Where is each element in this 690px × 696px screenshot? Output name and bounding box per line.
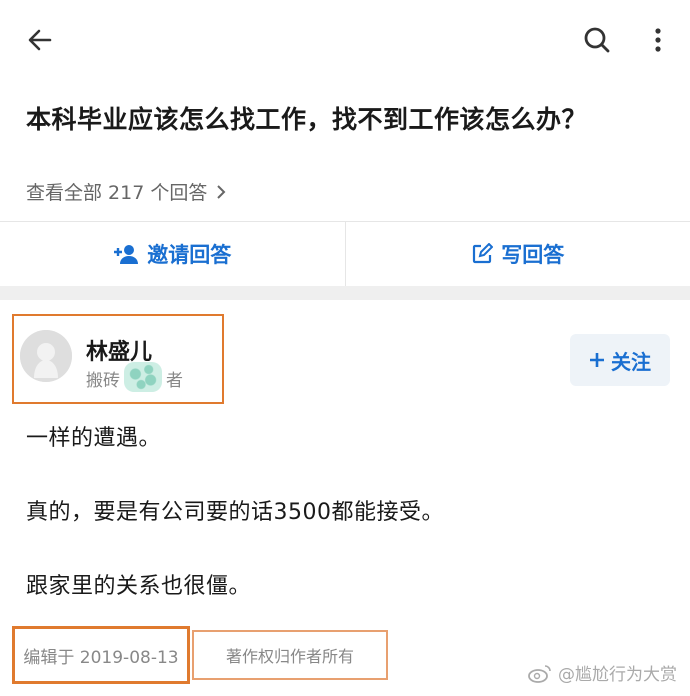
- answer-paragraph: 真的，要是有公司要的话3500都能接受。: [26, 500, 444, 525]
- follow-label: 关注: [611, 349, 651, 374]
- answer-paragraph: 一样的遭遇。: [26, 426, 162, 451]
- back-arrow-icon[interactable]: [20, 20, 60, 60]
- edit-icon: [473, 243, 494, 264]
- top-bar: [0, 0, 690, 80]
- chevron-right-icon: [217, 184, 226, 199]
- view-all-answers-label: 查看全部 217 个回答: [26, 182, 208, 204]
- section-divider: [0, 286, 690, 300]
- copyright-notice: 著作权归作者所有: [192, 630, 388, 680]
- avatar[interactable]: [20, 330, 72, 382]
- author-headline-end: 者: [166, 371, 183, 391]
- more-vertical-icon[interactable]: [640, 18, 676, 62]
- write-answer-label: 写回答: [501, 243, 565, 267]
- plus-icon: [590, 353, 604, 367]
- author-headline-start: 搬砖: [86, 371, 120, 391]
- invite-answer-label: 邀请回答: [147, 243, 232, 267]
- weibo-logo-icon: [528, 664, 551, 683]
- view-all-answers-link[interactable]: 查看全部 217 个回答: [26, 178, 227, 205]
- watermark: @尴尬行为大赏: [528, 660, 677, 685]
- write-answer-button[interactable]: 写回答: [346, 222, 690, 286]
- watermark-text: @尴尬行为大赏: [558, 665, 677, 685]
- edited-date: 编辑于 2019-08-13: [12, 626, 190, 684]
- add-user-icon: [114, 245, 139, 264]
- question-title: 本科毕业应该怎么找工作，找不到工作该怎么办？: [26, 105, 588, 134]
- redaction-mark: [124, 362, 162, 392]
- follow-button[interactable]: 关注: [570, 334, 670, 386]
- answer-actions-bar: 邀请回答 写回答: [0, 222, 690, 286]
- answer-paragraph: 跟家里的关系也很僵。: [26, 574, 252, 599]
- invite-answer-button[interactable]: 邀请回答: [0, 222, 345, 286]
- search-icon[interactable]: [575, 18, 619, 62]
